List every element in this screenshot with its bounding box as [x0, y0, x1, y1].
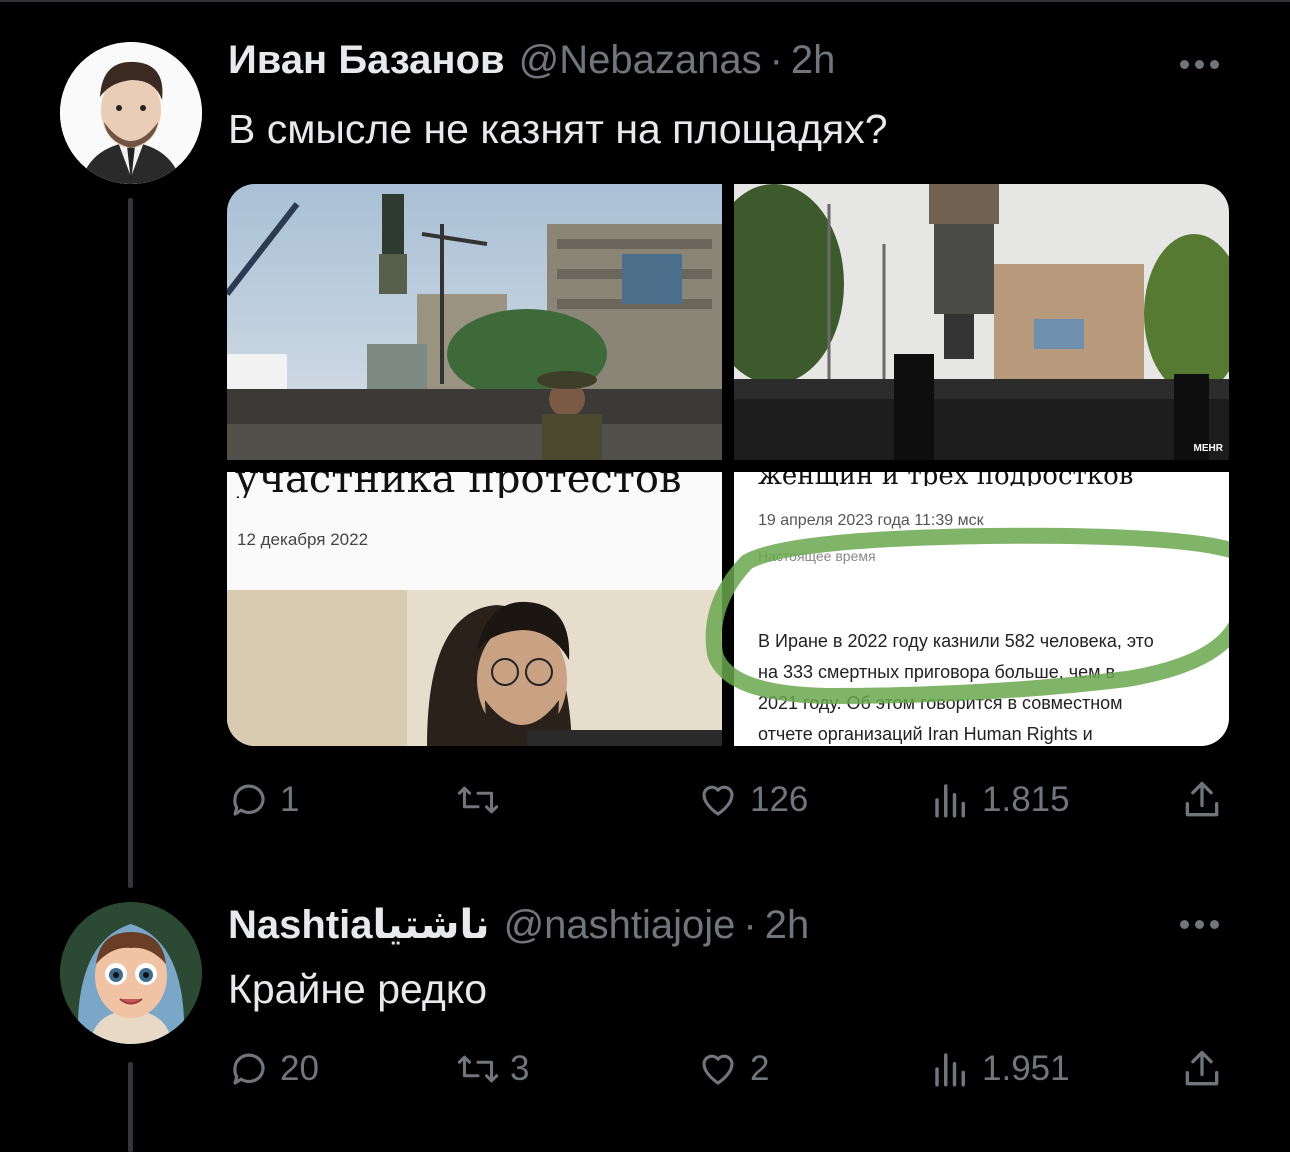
tweet-actions: 20 3 2 1.951	[228, 1044, 1228, 1094]
share-icon	[1185, 1050, 1219, 1086]
cut-headline: участника протестов	[235, 472, 682, 498]
body-line: на 333 смертных приговора больше, чем в	[758, 662, 1116, 682]
display-name[interactable]: Иван Базанов	[228, 38, 505, 83]
avatar-cartoon	[60, 902, 202, 1044]
reply-button[interactable]: 1	[228, 775, 299, 825]
tweet-actions: 1 126 1.815	[228, 775, 1228, 825]
timestamp[interactable]: 2h	[791, 38, 836, 83]
tweet-header: Иван Базанов @Nebazanas · 2h	[228, 38, 835, 83]
portrait-image	[227, 590, 722, 746]
reply-icon	[233, 1053, 265, 1085]
article-date: 12 декабря 2022	[237, 530, 369, 549]
body-line: отчете организаций Iran Human Rights и	[758, 724, 1093, 744]
tweet-2[interactable]: Nashtiaناشتیا @nashtiajoje · 2h Крайне р…	[0, 880, 1290, 1152]
separator-dot: ·	[743, 903, 757, 947]
avatar-illustration	[60, 42, 202, 184]
views-icon	[935, 784, 965, 818]
reply-button[interactable]: 20	[228, 1044, 319, 1094]
views-icon	[935, 1053, 965, 1087]
share-icon	[1185, 781, 1219, 817]
views-count: 1.815	[982, 780, 1070, 819]
more-icon[interactable]	[1180, 916, 1228, 932]
retweet-count: 3	[510, 1049, 530, 1088]
views-button[interactable]: 1.951	[930, 1044, 1070, 1094]
handle[interactable]: @nashtiajoje	[504, 903, 736, 948]
reply-count: 20	[280, 1049, 319, 1088]
display-name[interactable]: Nashtiaناشتیا	[228, 902, 490, 948]
article-screenshot-2[interactable]: женщин и трех подростков 19 апреля 2023 …	[734, 472, 1229, 746]
retweet-icon	[457, 786, 499, 814]
article-source: Настоящее время	[758, 548, 876, 564]
separator-dot: ·	[769, 38, 783, 82]
body-line: В Иране в 2022 году казнили 582 человека…	[758, 631, 1154, 651]
views-button[interactable]: 1.815	[930, 775, 1070, 825]
body-line: 2021 году. Об этом говорится в совместно…	[758, 693, 1123, 713]
media-grid[interactable]: MEHR участника протестов 12 декабря 2022	[227, 184, 1229, 746]
views-count: 1.951	[982, 1049, 1070, 1088]
like-count: 126	[750, 780, 809, 819]
photo-2-image	[734, 184, 1229, 460]
retweet-button[interactable]: 3	[456, 1044, 529, 1094]
article-body: В Иране в 2022 году казнили 582 человека…	[758, 626, 1154, 746]
like-count: 2	[750, 1049, 770, 1088]
share-button[interactable]	[1180, 1044, 1224, 1094]
like-icon	[702, 1054, 734, 1085]
photo-execution-1[interactable]	[227, 184, 722, 460]
tweet-text: Крайне редко	[228, 966, 488, 1012]
tweet-1[interactable]: Иван Базанов @Nebazanas · 2h В смысле не…	[0, 0, 1290, 888]
tweet-text: В смысле не казнят на площадях?	[228, 106, 888, 152]
avatar[interactable]	[60, 902, 202, 1044]
retweet-icon	[457, 1055, 499, 1083]
tweet-header: Nashtiaناشتیا @nashtiajoje · 2h	[228, 902, 809, 948]
photo-execution-2[interactable]: MEHR	[734, 184, 1229, 460]
cut-headline: женщин и трех подростков	[734, 472, 1229, 486]
thread-line	[128, 198, 133, 888]
photo-1-image	[227, 184, 722, 460]
reply-count: 1	[280, 780, 300, 819]
like-button[interactable]: 2	[696, 1044, 769, 1094]
more-icon[interactable]	[1180, 56, 1228, 72]
retweet-button[interactable]	[456, 775, 510, 825]
share-button[interactable]	[1180, 775, 1224, 825]
avatar[interactable]	[60, 42, 202, 184]
timestamp[interactable]: 2h	[765, 903, 810, 948]
like-icon	[702, 785, 734, 816]
reply-icon	[233, 784, 265, 816]
article-photo	[227, 590, 722, 746]
thread-line	[128, 1062, 133, 1152]
article-screenshot-1[interactable]: участника протестов 12 декабря 2022	[227, 472, 722, 746]
handle[interactable]: @Nebazanas	[519, 38, 762, 83]
like-button[interactable]: 126	[696, 775, 808, 825]
watermark: MEHR	[1193, 443, 1223, 454]
article-date: 19 апреля 2023 года 11:39 мск	[758, 512, 984, 529]
